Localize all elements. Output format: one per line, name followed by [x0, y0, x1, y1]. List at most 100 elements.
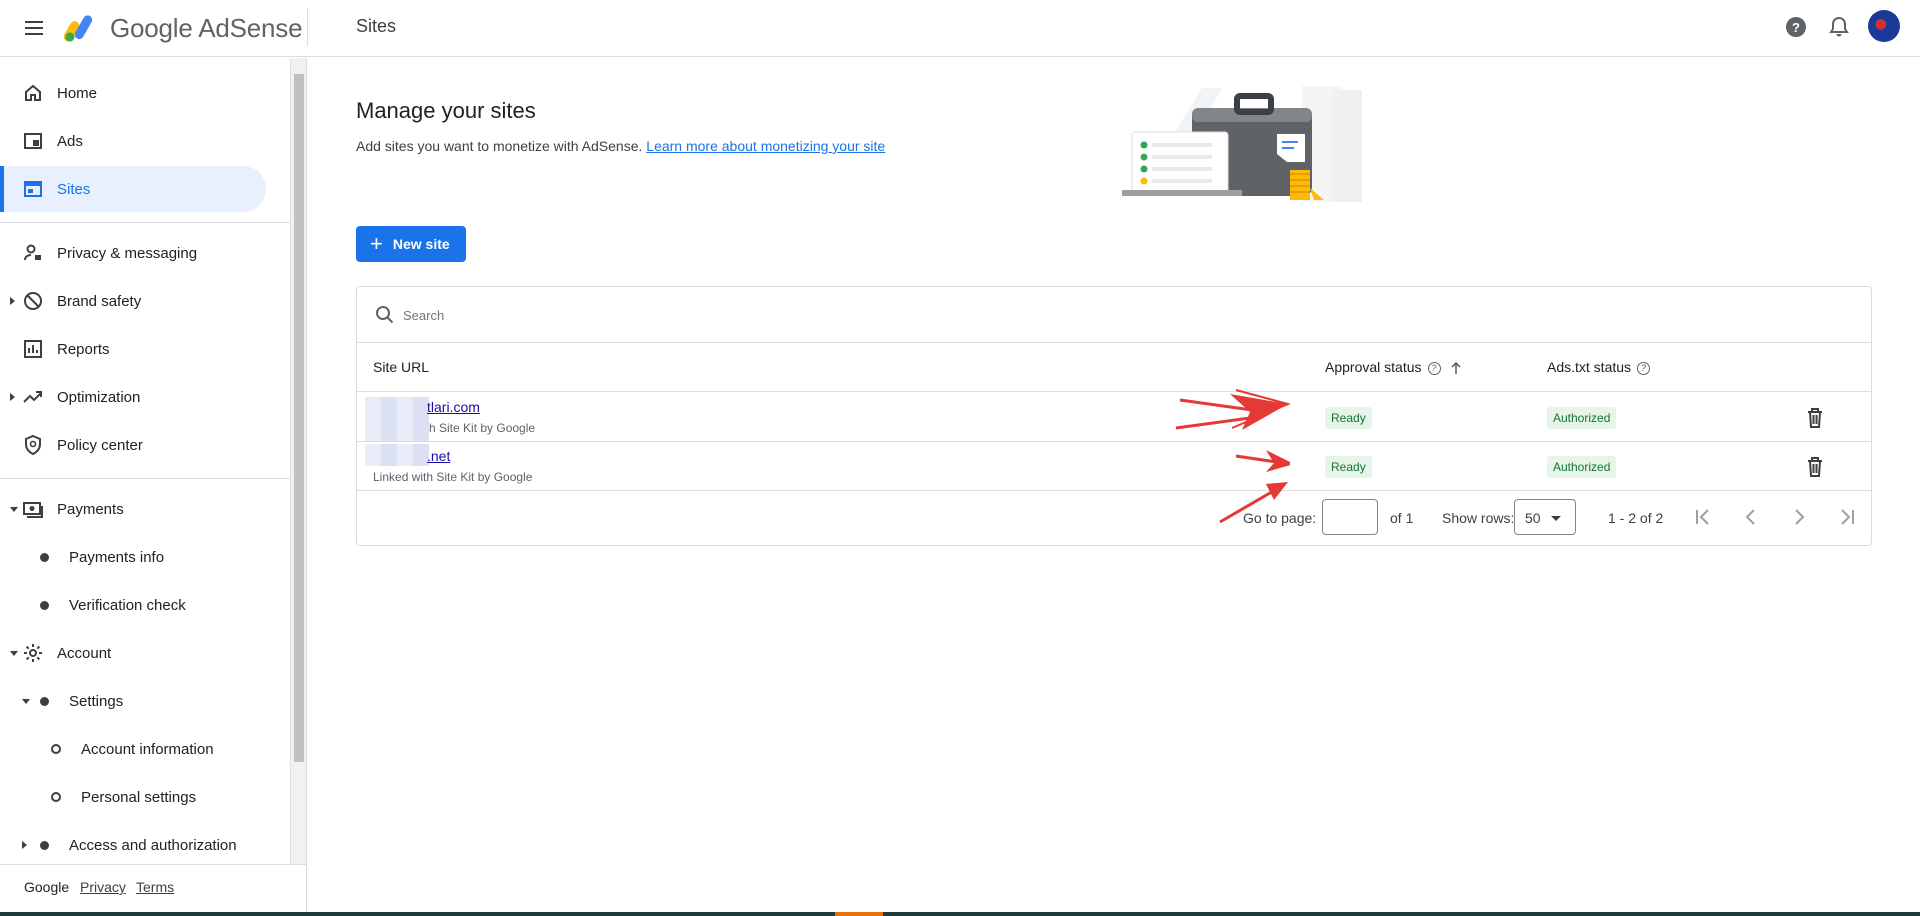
first-page-icon[interactable]: [1692, 506, 1714, 528]
collapse-caret-icon[interactable]: [22, 698, 30, 704]
sidebar-item-label: Optimization: [57, 388, 141, 406]
home-icon: [25, 84, 41, 101]
sidebar-item-label: Policy center: [57, 436, 143, 454]
page-heading: Manage your sites: [356, 98, 536, 123]
payments-icon: [23, 502, 43, 518]
bullet-dot-icon: [40, 840, 49, 850]
sidebar-item-home[interactable]: Home: [0, 70, 290, 116]
delete-trash-icon[interactable]: [1805, 407, 1825, 429]
sidebar-item-label: Settings: [69, 692, 124, 710]
footer-terms-link[interactable]: Terms: [136, 879, 174, 895]
sidebar-divider: [0, 478, 290, 479]
subtext-label: Add sites you want to monetize with AdSe…: [356, 138, 643, 154]
bullet-dot-icon: [40, 696, 49, 706]
notifications-bell-icon[interactable]: [1826, 14, 1852, 40]
sidebar-item-payments-info[interactable]: Payments info: [0, 534, 290, 580]
sidebar-divider: [0, 222, 290, 223]
last-page-icon[interactable]: [1836, 506, 1858, 528]
sidebar-item-label: Brand safety: [57, 292, 142, 310]
expand-caret-icon[interactable]: [10, 297, 15, 305]
bar-chart-icon: [24, 340, 42, 358]
brand-product: AdSense: [198, 13, 303, 43]
expand-caret-icon[interactable]: [10, 393, 15, 401]
sidebar-item-access-authorization[interactable]: Access and authorization: [0, 822, 290, 868]
table-row: .net Linked with Site Kit by Google Read…: [357, 442, 1871, 491]
search-bar: [357, 287, 1871, 343]
sidebar-item-label: Personal settings: [81, 788, 197, 806]
ads-txt-status-label: Ads.txt status: [1547, 359, 1632, 375]
column-header-approval-status[interactable]: Approval status?: [1325, 359, 1462, 375]
sidebar-item-policy-center[interactable]: Policy center: [0, 422, 290, 468]
rows-per-page-value: 50: [1525, 510, 1541, 526]
redacted-blur: [365, 444, 429, 466]
bullet-ring-icon: [51, 744, 61, 754]
learn-more-link[interactable]: Learn more about monetizing your site: [646, 138, 885, 154]
column-header-ads-txt-status[interactable]: Ads.txt status?: [1547, 359, 1651, 375]
sidebar-item-optimization[interactable]: Optimization: [0, 374, 290, 420]
footer-google: Google: [24, 879, 70, 895]
page-subtext: Add sites you want to monetize with AdSe…: [356, 138, 885, 154]
svg-text:?: ?: [1792, 20, 1800, 35]
collapse-caret-icon[interactable]: [10, 650, 18, 656]
approval-status-label: Approval status: [1325, 359, 1422, 375]
sort-ascending-icon[interactable]: [1450, 361, 1462, 375]
gear-icon: [24, 644, 42, 662]
ads-txt-status-badge: Authorized: [1547, 407, 1617, 429]
range-label: 1 - 2 of 2: [1608, 510, 1664, 526]
plus-icon: +: [370, 231, 383, 256]
site-kit-note: h Site Kit by Google: [429, 421, 536, 435]
table-header: Site URL Approval status? Ads.txt status…: [357, 343, 1871, 392]
site-url-link[interactable]: .net: [427, 448, 450, 464]
site-url-link[interactable]: tlari.com: [427, 399, 480, 415]
ads-txt-status-badge: Authorized: [1547, 456, 1617, 478]
collapse-caret-icon[interactable]: [10, 506, 18, 512]
sidebar-item-account-information[interactable]: Account information: [0, 726, 290, 772]
sidebar-item-personal-settings[interactable]: Personal settings: [0, 774, 290, 820]
block-icon: [24, 292, 42, 310]
sidebar-item-payments[interactable]: Payments: [0, 486, 290, 532]
footer-privacy-link[interactable]: Privacy: [80, 879, 126, 895]
rows-per-page-select[interactable]: 50: [1514, 499, 1576, 535]
help-icon[interactable]: ?: [1427, 361, 1441, 375]
next-page-icon[interactable]: [1788, 506, 1810, 528]
go-to-page-label: Go to page:: [1243, 510, 1317, 526]
sidebar-footer: Google Privacy Terms: [0, 864, 306, 916]
sidebar-item-label: Account: [57, 644, 112, 662]
sidebar-item-account[interactable]: Account: [0, 630, 290, 676]
sidebar-item-brand-safety[interactable]: Brand safety: [0, 278, 290, 324]
column-header-site-url[interactable]: Site URL: [373, 359, 429, 375]
dropdown-arrow-icon: [1551, 516, 1561, 521]
help-icon[interactable]: ?: [1783, 14, 1809, 40]
sidebar-item-label: Payments info: [69, 548, 165, 566]
ads-icon: [24, 133, 42, 149]
show-rows-label: Show rows:: [1442, 510, 1515, 526]
previous-page-icon[interactable]: [1740, 506, 1762, 528]
bullet-ring-icon: [51, 792, 61, 802]
page-number-input[interactable]: [1322, 499, 1378, 535]
delete-trash-icon[interactable]: [1805, 456, 1825, 478]
search-icon: [376, 306, 394, 324]
approval-status-badge: Ready: [1325, 407, 1372, 429]
menu-icon[interactable]: [22, 17, 46, 41]
search-input[interactable]: [403, 302, 1003, 328]
sidebar-scrollbar[interactable]: [290, 58, 306, 864]
sidebar-item-privacy-messaging[interactable]: Privacy & messaging: [0, 230, 290, 276]
top-app-bar: Google AdSense Sites ?: [0, 0, 1920, 57]
brand-google: Google: [110, 13, 193, 43]
sites-table-card: Site URL Approval status? Ads.txt status…: [356, 286, 1872, 546]
briefcase-illustration: [1122, 86, 1362, 202]
brand-name: Google AdSense: [110, 13, 303, 44]
sidebar-item-verification-check[interactable]: Verification check: [0, 582, 290, 628]
sidebar-item-reports[interactable]: Reports: [0, 326, 290, 372]
sidebar-item-ads[interactable]: Ads: [0, 118, 290, 164]
scrollbar-thumb[interactable]: [294, 74, 304, 762]
sidebar-item-settings[interactable]: Settings: [0, 678, 290, 724]
table-row: tlari.com h Site Kit by Google Ready Aut…: [357, 393, 1871, 442]
sidebar-item-sites[interactable]: Sites: [0, 166, 266, 212]
new-site-button[interactable]: + New site: [356, 226, 466, 262]
expand-caret-icon[interactable]: [22, 841, 27, 849]
shield-search-icon: [25, 434, 41, 456]
account-avatar[interactable]: [1868, 10, 1900, 42]
sites-icon: [24, 181, 42, 197]
help-icon[interactable]: ?: [1637, 361, 1651, 375]
